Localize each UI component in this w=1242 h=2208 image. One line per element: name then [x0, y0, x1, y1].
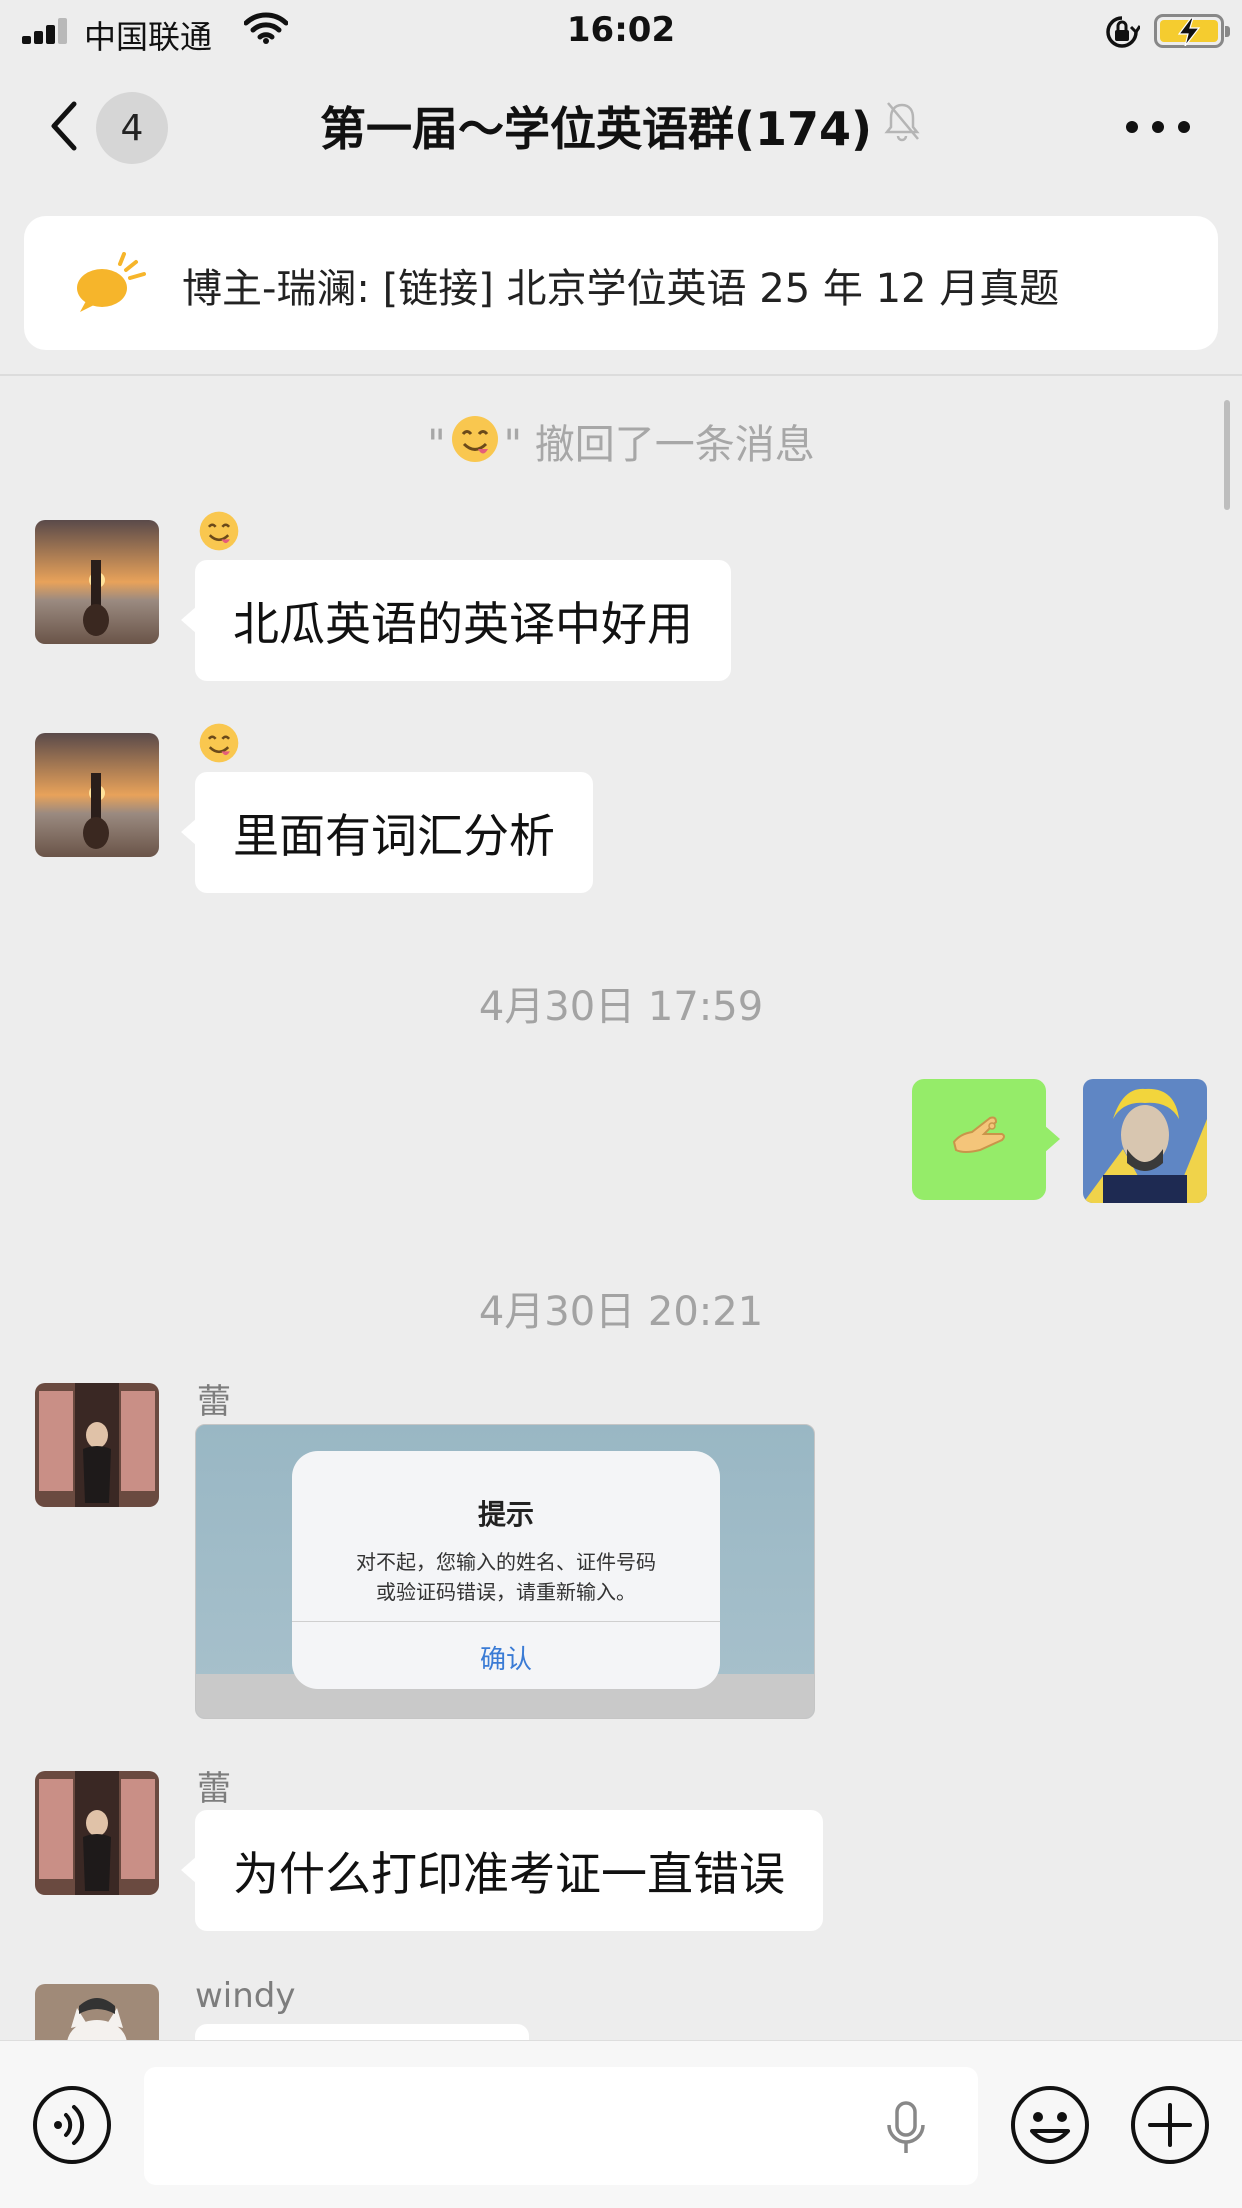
message-input[interactable] — [144, 2067, 978, 2185]
emoji-icon — [1011, 2086, 1089, 2164]
chat-screen: 中国联通 16:02 4 第一届～学位英语群(174) 博主-瑞澜: [链接] … — [0, 0, 1242, 2208]
plus-button[interactable] — [1130, 2085, 1210, 2165]
message-text: 里面有词汇分析 — [233, 808, 555, 863]
clock: 16:02 — [566, 10, 676, 50]
back-button[interactable] — [40, 94, 90, 158]
voice-icon — [33, 2086, 111, 2164]
unread-count-badge[interactable]: 4 — [96, 92, 168, 164]
my-avatar[interactable] — [1083, 1079, 1207, 1203]
avatar[interactable] — [35, 520, 159, 644]
screenshot-dialog: 提示 对不起，您输入的姓名、证件号码 或验证码错误，请重新输入。 确认 — [292, 1451, 720, 1689]
avatar[interactable] — [35, 1771, 159, 1895]
message-bubble[interactable]: 里面有词汇分析 — [181, 772, 593, 893]
message-text: 北瓜英语的英译中好用 — [233, 596, 693, 651]
recalled-text: 撤回了一条消息 — [534, 422, 815, 468]
battery-icon — [1154, 14, 1230, 48]
dialog-title: 提示 — [477, 1498, 534, 1531]
smiley-avatar-icon — [450, 414, 500, 474]
message-bubble[interactable]: 北瓜英语的英译中好用 — [181, 560, 731, 681]
sender-name: 蕾 — [197, 1769, 231, 1809]
sender-name: windy — [195, 1976, 296, 2016]
status-bar: 中国联通 16:02 — [0, 0, 1242, 64]
nav-bar: 4 第一届～学位英语群(174) — [0, 72, 1242, 182]
pinned-notice-text: 博主-瑞澜: [链接] 北京学位英语 25 年 12 月真题 — [182, 266, 1060, 312]
voice-button[interactable] — [32, 2085, 112, 2165]
timestamp: 4月30日 20:21 — [478, 1289, 764, 1335]
input-bar — [0, 2040, 1242, 2208]
avatar[interactable] — [35, 1383, 159, 1507]
timestamp: 4月30日 17:59 — [478, 984, 764, 1030]
speech-bubble-icon — [72, 252, 146, 318]
own-message-bubble[interactable] — [912, 1079, 1060, 1200]
recalled-message-notice: " " 撤回了一条消息 — [0, 412, 1242, 474]
avatar[interactable] — [35, 1984, 159, 2040]
more-button[interactable] — [1126, 112, 1190, 142]
header-divider — [0, 374, 1242, 376]
sender-emoji-icon — [198, 510, 240, 556]
avatar[interactable] — [35, 733, 159, 857]
chevron-left-icon — [51, 101, 77, 151]
dialog-body: 对不起，您输入的姓名、证件号码 或验证码错误，请重新输入。 — [356, 1550, 656, 1604]
rotation-lock-icon — [1104, 14, 1142, 54]
pinned-notice[interactable]: 博主-瑞澜: [链接] 北京学位英语 25 年 12 月真题 — [24, 216, 1218, 350]
chat-title: 第一届～学位英语群(174) — [319, 102, 873, 156]
sender-name: 蕾 — [197, 1382, 231, 1422]
message-bubble[interactable] — [195, 2024, 529, 2040]
more-icon — [1126, 121, 1138, 133]
message-text: 为什么打印准考证一直错误 — [233, 1846, 785, 1901]
message-bubble[interactable]: 为什么打印准考证一直错误 — [181, 1810, 823, 1931]
ok-hand-icon — [950, 1112, 1008, 1167]
sender-emoji-icon — [198, 722, 240, 768]
emoji-button[interactable] — [1010, 2085, 1090, 2165]
microphone-icon[interactable] — [884, 2101, 928, 2159]
bell-slash-icon — [882, 99, 922, 154]
image-message[interactable]: 提示 对不起，您输入的姓名、证件号码 或验证码错误，请重新输入。 确认 — [195, 1424, 815, 1719]
plus-icon — [1131, 2086, 1209, 2164]
dialog-confirm-button: 确认 — [479, 1645, 532, 1675]
chat-title-wrapper[interactable]: 第一届～学位英语群(174) — [200, 94, 1042, 158]
